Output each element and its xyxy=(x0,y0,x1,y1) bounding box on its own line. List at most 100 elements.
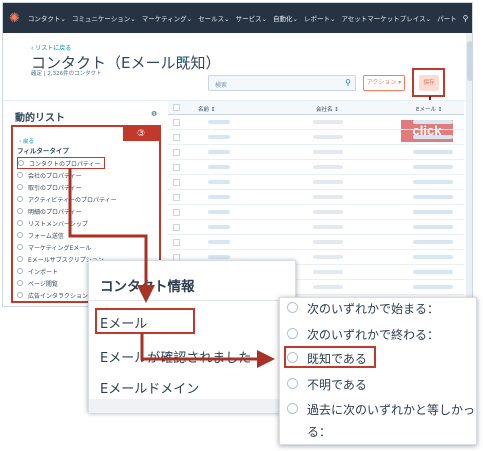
search-icon[interactable]: ⚲ xyxy=(463,14,469,23)
actions-button[interactable]: アクション ▾ xyxy=(363,75,405,91)
filter-type-label: インポート xyxy=(28,268,59,276)
radio-icon xyxy=(287,403,298,414)
scrollbar-thumb[interactable] xyxy=(467,41,472,81)
search-icon: ⚲ xyxy=(345,78,351,87)
row-checkbox[interactable] xyxy=(173,179,180,186)
nav-item-asset-marketplace[interactable]: アセットマーケットプレイス⌄ xyxy=(341,13,431,23)
property-email-domain[interactable]: Eメールドメイン xyxy=(100,378,199,397)
radio-icon xyxy=(18,160,24,166)
popup-footer xyxy=(89,399,295,413)
nav-item-marketing[interactable]: マーケティング⌄ xyxy=(142,13,192,23)
operator-ends-with[interactable]: 次のいずれかで終わる： xyxy=(287,326,439,343)
search-placeholder: 検索 xyxy=(215,82,228,89)
edit-pencil-icon[interactable]: ✎ xyxy=(179,56,187,66)
radio-icon xyxy=(287,378,298,389)
filter-type-marketing-email[interactable]: マーケティングEメール xyxy=(17,241,117,253)
select-all-checkbox[interactable] xyxy=(173,104,180,111)
operator-label: 過去に次のいずれかと等しかった xyxy=(307,403,477,417)
radio-icon xyxy=(17,268,23,274)
table-row[interactable] xyxy=(168,205,464,220)
operator-is-unknown[interactable]: 不明である xyxy=(287,376,367,393)
filter-type-label: 明細のプロパティー xyxy=(28,208,82,216)
hubspot-logo-icon[interactable]: ✺ xyxy=(9,10,20,26)
radio-icon xyxy=(17,280,23,286)
filter-type-label: ページ閲覧 xyxy=(28,280,58,288)
filter-type-label: アクティビティーのプロパティー xyxy=(28,196,117,204)
screenshot-stage: ✺ コンタクト⌄ コミュニケーション⌄ マーケティング⌄ セールス⌄ サービス⌄… xyxy=(0,0,483,451)
breadcrumb[interactable]: ‹ リストに戻る xyxy=(31,43,71,52)
operator-starts-with[interactable]: 次のいずれかで始まる： xyxy=(287,300,439,317)
filter-type-form-submission[interactable]: フォーム送信 xyxy=(17,229,117,241)
radio-icon xyxy=(17,256,23,262)
filter-type-deal-properties[interactable]: 取引のプロパティー xyxy=(17,181,117,193)
property-email-confirmed[interactable]: Eメールが確認されました xyxy=(100,347,251,366)
table-row[interactable] xyxy=(168,175,464,190)
filter-type-label: リストメンバーシップ xyxy=(28,220,88,228)
nav-item-partner[interactable]: パート xyxy=(437,13,457,23)
row-checkbox[interactable] xyxy=(173,134,180,141)
save-highlight-box xyxy=(412,68,445,97)
column-name[interactable]: 名前 ↕ xyxy=(198,105,215,113)
radio-icon xyxy=(17,208,23,214)
table-row[interactable] xyxy=(168,145,464,160)
row-checkbox[interactable] xyxy=(173,149,180,156)
radio-icon xyxy=(287,302,298,313)
nav-item-conversations[interactable]: コミュニケーション⌄ xyxy=(72,13,136,23)
filter-type-list-membership[interactable]: リストメンバーシップ xyxy=(17,217,117,229)
filter-type-heading: フィルタータイプ xyxy=(17,147,69,155)
radio-icon xyxy=(17,244,23,250)
column-email[interactable]: Eメール ↕ xyxy=(416,105,442,113)
is-known-highlight-box xyxy=(284,346,376,368)
operator-popup: 次のいずれかで始まる： 次のいずれかで終わる： 既知である 不明である 過去に次… xyxy=(279,297,477,445)
radio-icon xyxy=(17,232,23,238)
radio-icon xyxy=(17,220,23,226)
radio-icon xyxy=(287,328,298,339)
row-checkbox[interactable] xyxy=(173,164,180,171)
nav-item-reports[interactable]: レポート⌄ xyxy=(304,13,335,23)
page-subtitle: 確定 | 2,326件のコンタクト xyxy=(31,71,102,77)
radio-icon xyxy=(17,196,23,202)
table-row[interactable] xyxy=(168,235,464,250)
operator-ever-equal[interactable]: 過去に次のいずれかと等しかった xyxy=(287,401,477,418)
table-row[interactable] xyxy=(168,130,464,145)
row-checkbox[interactable] xyxy=(173,194,180,201)
row-checkbox[interactable] xyxy=(173,119,180,126)
table-row[interactable] xyxy=(168,190,464,205)
nav-item-sales[interactable]: セールス⌄ xyxy=(198,13,229,23)
filter-type-activity-properties[interactable]: アクティビティーのプロパティー xyxy=(17,193,117,205)
row-checkbox[interactable] xyxy=(173,239,180,246)
top-navigation: ✺ コンタクト⌄ コミュニケーション⌄ マーケティング⌄ セールス⌄ サービス⌄… xyxy=(3,3,472,33)
table-row[interactable] xyxy=(168,160,464,175)
operator-label: 不明である xyxy=(307,378,367,392)
nav-item-automation[interactable]: 自動化⌄ xyxy=(273,13,298,23)
search-input[interactable]: 検索 ⚲ xyxy=(208,75,356,91)
radio-icon xyxy=(17,172,23,178)
filter-type-line-item-properties[interactable]: 明細のプロパティー xyxy=(17,205,117,217)
nav-icons: ⚲ ▦ ✹ ♠ xyxy=(463,14,472,23)
page-scrollbar[interactable] xyxy=(466,33,472,306)
filter-type-label: フォーム送信 xyxy=(28,232,64,240)
table-row[interactable] xyxy=(168,220,464,235)
column-company[interactable]: 会社名 ↕ xyxy=(316,105,339,113)
info-icon[interactable]: ❶ xyxy=(151,110,157,118)
back-link[interactable]: ‹ 戻る xyxy=(19,137,34,145)
row-checkbox[interactable] xyxy=(173,209,180,216)
popup-title: コンタクト情報 xyxy=(100,279,195,295)
popup-divider xyxy=(89,300,295,301)
contact-info-popup: コンタクト情報 Eメール Eメールが確認されました Eメールドメイン xyxy=(88,260,296,413)
nav-item-service[interactable]: サービス⌄ xyxy=(236,13,267,23)
radio-icon xyxy=(17,292,23,298)
operator-label: 次のいずれかで終わる： xyxy=(307,328,440,342)
filter-type-label: 会社のプロパティー xyxy=(28,172,82,180)
filter-type-label: 取引のプロパティー xyxy=(28,184,82,192)
filter-type-label: マーケティングEメール xyxy=(28,244,92,252)
sidebar-title: 動的リスト xyxy=(15,113,65,124)
step-badge: ③ xyxy=(123,127,159,141)
nav-item-contacts[interactable]: コンタクト⌄ xyxy=(28,13,66,23)
table-row[interactable] xyxy=(168,115,464,130)
row-checkbox[interactable] xyxy=(173,224,180,231)
filter-type-company-properties[interactable]: 会社のプロパティー xyxy=(17,169,117,181)
radio-icon xyxy=(17,184,23,190)
filter-type-contact-properties[interactable]: コンタクトのプロパティー xyxy=(17,157,105,169)
filter-type-label: コンタクトのプロパティー xyxy=(29,160,101,168)
